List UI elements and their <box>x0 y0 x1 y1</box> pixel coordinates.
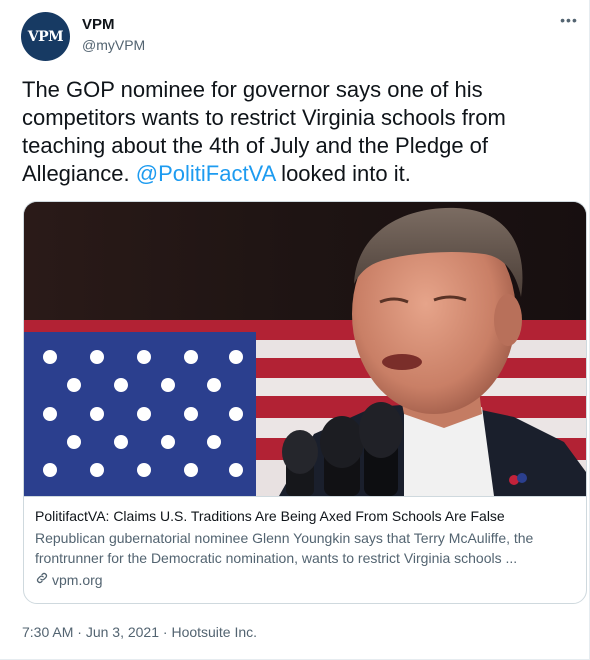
card-image[interactable] <box>24 202 586 496</box>
tweet-time[interactable]: 7:30 AM <box>22 624 73 640</box>
card-title[interactable]: PolitifactVA: Claims U.S. Traditions Are… <box>35 507 575 526</box>
tweet: VPM VPM @myVPM ••• The GOP nominee for g… <box>0 0 590 660</box>
link-icon <box>35 570 49 590</box>
author-name[interactable]: VPM <box>82 16 115 33</box>
card-description: Republican gubernatorial nominee Glenn Y… <box>35 530 534 566</box>
author-handle[interactable]: @myVPM <box>82 37 145 53</box>
meta-separator: · <box>73 624 86 640</box>
card-domain-label: vpm.org <box>52 572 103 588</box>
card-photo <box>24 202 586 496</box>
more-options-button[interactable]: ••• <box>559 10 579 30</box>
link-card[interactable]: PolitifactVA: Claims U.S. Traditions Are… <box>23 201 587 604</box>
meta-separator: · <box>159 624 172 640</box>
tweet-text-part: looked into it. <box>275 161 411 186</box>
avatar-logo-text: VPM <box>27 28 64 45</box>
card-body[interactable]: PolitifactVA: Claims U.S. Traditions Are… <box>24 496 586 603</box>
mention-link[interactable]: @PolitiFactVA <box>136 161 275 186</box>
avatar[interactable]: VPM <box>21 12 70 61</box>
card-domain[interactable]: vpm.org <box>35 570 575 590</box>
tweet-source[interactable]: Hootsuite Inc. <box>171 624 257 640</box>
tweet-date[interactable]: Jun 3, 2021 <box>86 624 159 640</box>
more-horizontal-icon: ••• <box>560 12 578 28</box>
tweet-meta: 7:30 AM · Jun 3, 2021 · Hootsuite Inc. <box>22 624 257 640</box>
tweet-text: The GOP nominee for governor says one of… <box>22 76 572 188</box>
